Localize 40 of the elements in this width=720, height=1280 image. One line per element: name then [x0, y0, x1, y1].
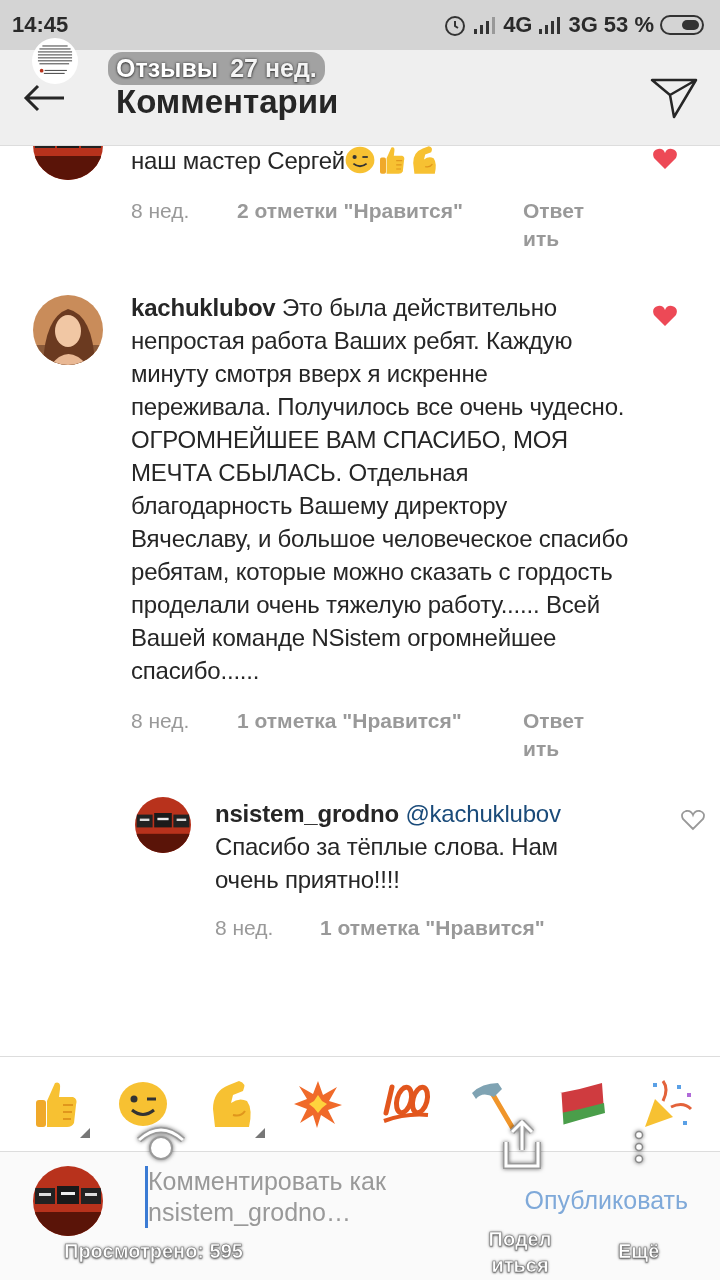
story-thumbnail[interactable] — [32, 38, 78, 84]
comment-time: 8 нед. — [131, 198, 191, 224]
comment-text: kachuklubov Это была действительно непростая работа Ваших ребят. Каждую минуту смотря вверх я искренне переживала. Получилось все очень чудесно. ОГРОМНЕЙШЕЕ ВАМ СПАСИБО, МОЯ МЕЧТА СБЫЛАСЬ. Отдельная благодарность Вашему директору Вячеславу, и большое человеческое спасибо ребятам, которые можно сказать с гордость проделали очень тяжелую работу...... Всей Вашей команде NSistem огромнейшее спасибо...... — [131, 293, 630, 686]
post-button[interactable]: Опубликовать — [524, 1186, 688, 1215]
comment-time: 8 нед. — [215, 915, 275, 941]
back-arrow-icon — [22, 82, 66, 113]
story-age: 27 нед. — [230, 54, 317, 83]
comment-time: 8 нед. — [131, 708, 191, 734]
likes-count[interactable]: 2 отметки "Нравится" — [237, 197, 523, 225]
reply-button[interactable]: Ответить — [523, 707, 595, 763]
clock-time: 14:45 — [12, 12, 70, 38]
more-label[interactable]: Ещё — [618, 1240, 660, 1263]
collision-icon — [293, 1079, 344, 1129]
signal-icon — [538, 15, 563, 35]
paper-plane-icon — [650, 76, 698, 119]
alarm-icon — [443, 13, 468, 37]
winking-face-icon — [118, 1081, 169, 1127]
reply-button[interactable]: Ответить — [523, 197, 595, 253]
network-type: 3G — [568, 12, 598, 38]
battery-percent: 53 % — [603, 12, 654, 38]
likes-count[interactable]: 1 отметка "Нравится" — [237, 707, 523, 735]
more-dots-icon[interactable] — [634, 1130, 644, 1164]
network-type: 4G — [503, 12, 533, 38]
share-label[interactable]: Поделиться — [488, 1226, 552, 1278]
battery-icon — [660, 14, 706, 36]
story-title: Отзывы — [116, 54, 219, 83]
send-button[interactable] — [650, 76, 698, 119]
liked-heart-icon[interactable] — [652, 148, 678, 170]
party-popper-icon — [642, 1079, 693, 1129]
share-icon[interactable] — [500, 1120, 544, 1170]
comment-text: nsistem_grodno @kachuklubov Спасибо за тёплые слова. Нам очень приятно!!!! — [215, 799, 562, 895]
likes-count[interactable]: 1 отметка "Нравится" — [320, 914, 606, 942]
liked-heart-icon[interactable] — [652, 305, 678, 327]
comment-field[interactable]: Комментировать как nsistem_grodno… — [145, 1166, 483, 1228]
heart-icon[interactable] — [680, 809, 706, 831]
signal-icon — [473, 15, 498, 35]
mention-link[interactable]: @kachuklubov — [405, 800, 561, 827]
back-button[interactable] — [22, 82, 66, 113]
winking-face-icon — [345, 145, 376, 175]
view-count: Просмотрено: 595 — [64, 1240, 243, 1263]
